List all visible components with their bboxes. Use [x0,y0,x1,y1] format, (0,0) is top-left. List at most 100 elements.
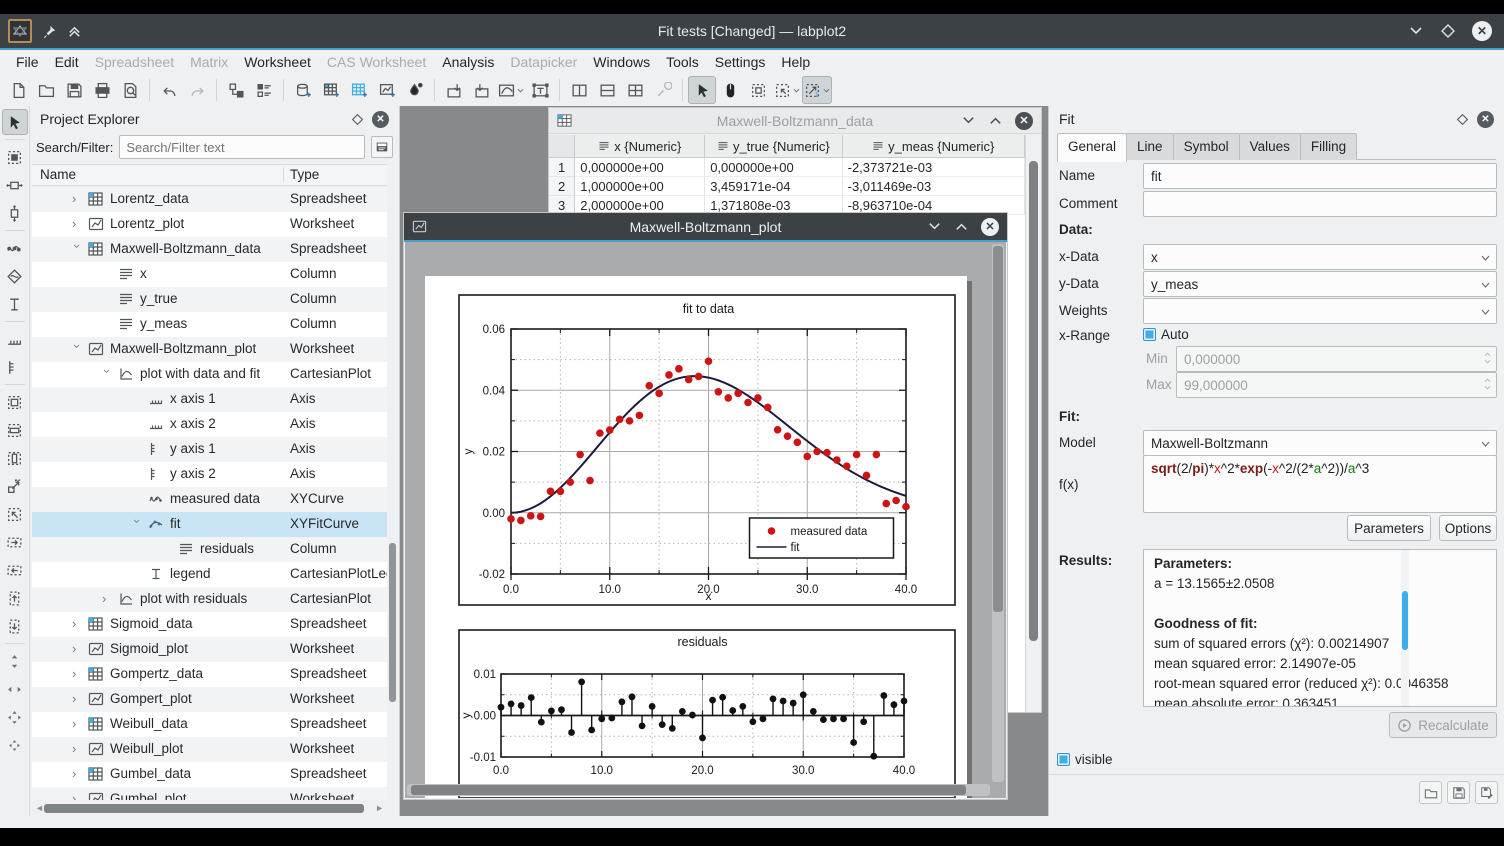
shift-down-icon[interactable] [2,613,28,639]
expand-arrow-icon[interactable]: › [72,667,82,681]
model-combobox[interactable]: Maxwell-Boltzmann [1143,430,1497,456]
save-config-icon[interactable] [1447,781,1470,804]
new-workbook-icon[interactable] [289,76,317,104]
menu-worksheet[interactable]: Worksheet [236,53,319,71]
column-header-type[interactable]: Type [283,167,319,182]
sheet-column-header[interactable]: y_meas {Numeric} [843,135,1025,157]
filter-options-icon[interactable] [371,136,393,158]
tree-item-weibull-plot[interactable]: ›Weibull_plotWorksheet [32,737,387,762]
tree-item-plot-with-data-and-fit[interactable]: ›plot with data and fitCartesianPlot [32,362,387,387]
plot-residuals[interactable]: residuals0.010.020.030.040.0-0.010.000.0… [458,629,956,798]
tree-item-x-axis-2[interactable]: x axis 2Axis [32,412,387,437]
maximize-icon[interactable] [1440,23,1456,39]
column-header-name[interactable]: Name [40,167,76,182]
nav-vh-icon[interactable] [2,704,28,730]
tree-item-x[interactable]: xColumn [32,262,387,287]
close-dock-icon[interactable]: ✕ [1477,111,1494,128]
tree-item-plot-with-residuals[interactable]: ›plot with residualsCartesianPlot [32,587,387,612]
tab-general[interactable]: General [1057,133,1127,162]
close-icon[interactable]: ✕ [1472,21,1492,41]
worksheet-horizontal-scrollbar[interactable] [407,784,990,796]
zoom-fit-one-icon[interactable]: 1 [802,76,832,104]
auto-checkbox[interactable] [1143,328,1156,341]
project-explorer-icon[interactable] [222,76,250,104]
visible-checkbox-row[interactable]: visible [1057,752,1113,767]
tree-item-y-axis-1[interactable]: y axis 1Axis [32,437,387,462]
zoom-region-x-icon[interactable] [2,417,28,443]
sheet-cell[interactable]: 0,000000e+00 [705,158,842,177]
tab-symbol[interactable]: Symbol [1173,133,1240,160]
expand-arrow-icon[interactable]: › [72,642,82,656]
tab-line[interactable]: Line [1126,133,1174,160]
tree-column-headers[interactable]: Name Type [32,164,387,186]
sheet-column-header[interactable]: x {Numeric} [575,135,705,157]
layout-vertical-icon[interactable] [565,76,593,104]
collapse-arrow-icon[interactable]: › [70,244,84,254]
search-input[interactable] [119,135,365,159]
tree-item-gumbel-data[interactable]: ›Gumbel_dataSpreadsheet [32,762,387,787]
new-worksheet-icon[interactable] [373,76,401,104]
window-close-icon[interactable]: ✕ [1015,112,1033,130]
tree-item-lorentz-plot[interactable]: ›Lorentz_plotWorksheet [32,212,387,237]
import-file-icon[interactable] [440,76,468,104]
nav-all-icon[interactable] [2,732,28,758]
options-button[interactable]: Options [1439,515,1497,541]
tree-vertical-scrollbar[interactable] [388,187,397,800]
tree-item-x-axis-1[interactable]: x axis 1Axis [32,387,387,412]
xy-curve-sm-icon[interactable] [2,235,28,261]
y-data-combobox[interactable]: y_meas [1143,271,1497,297]
expand-arrow-icon[interactable]: › [102,592,112,606]
legend-sm-icon[interactable] [2,291,28,317]
expand-arrow-icon[interactable]: › [72,192,82,206]
expand-arrow-icon[interactable]: › [72,742,82,756]
minimize-icon[interactable] [1408,23,1424,39]
menu-help[interactable]: Help [773,53,818,71]
print-icon[interactable] [88,76,116,104]
worksheet-page[interactable]: fit to data0.010.020.030.040.0-0.020.000… [425,276,967,798]
shift-left-icon[interactable] [2,557,28,583]
resize-v-icon[interactable] [2,200,28,226]
tree-item-maxwell-boltzmann-plot[interactable]: ›Maxwell-Boltzmann_plotWorksheet [32,337,387,362]
tree-item-residuals[interactable]: residualsColumn [32,537,387,562]
cursor-arrow-icon[interactable] [2,109,28,135]
window-close-icon[interactable]: ✕ [981,218,999,236]
tree-item-y-true[interactable]: y_trueColumn [32,287,387,312]
axis-x-sm-icon[interactable] [2,326,28,352]
save-config-as-icon[interactable] [1475,781,1498,804]
visible-checkbox[interactable] [1057,753,1070,766]
spreadsheet-window-titlebar[interactable]: Maxwell-Boltzmann_data ✕ [549,108,1041,134]
tree-item-sigmoid-plot[interactable]: ›Sigmoid_plotWorksheet [32,637,387,662]
expand-arrow-icon[interactable]: › [72,217,82,231]
spreadsheet-vertical-scrollbar[interactable] [1025,135,1041,712]
tree-item-legend[interactable]: legendCartesianPlotLegend [32,562,387,587]
tree-item-gumbel-plot[interactable]: ›Gumbel_plotWorksheet [32,787,387,800]
zoom-region-icon[interactable] [2,389,28,415]
expand-arrow-icon[interactable]: › [72,792,82,800]
worksheet-window-titlebar[interactable]: Maxwell-Boltzmann_plot ✕ [404,213,1007,240]
sheet-cell[interactable]: 3,459171e-04 [705,177,842,196]
sheet-cell[interactable]: -3,011469e-03 [843,177,1025,196]
tree-item-weibull-data[interactable]: ›Weibull_dataSpreadsheet [32,712,387,737]
tree-item-lorentz-data[interactable]: ›Lorentz_dataSpreadsheet [32,187,387,212]
load-config-icon[interactable] [1419,781,1442,804]
tab-values[interactable]: Values [1239,133,1301,160]
layout-grid-icon[interactable] [621,76,649,104]
worksheet-window[interactable]: Maxwell-Boltzmann_plot ✕ fit to data0.01… [403,212,1008,800]
close-dock-icon[interactable]: ✕ [372,111,389,128]
pin-icon[interactable] [42,24,57,39]
sheet-column-header[interactable]: y_true {Numeric} [705,135,842,157]
results-scrollbar[interactable] [1401,550,1409,706]
tab-filling[interactable]: Filling [1300,133,1357,160]
shift-right-icon[interactable] [2,529,28,555]
auto-checkbox-row[interactable]: Auto [1143,327,1189,342]
menu-windows[interactable]: Windows [585,53,658,71]
sheet-cell[interactable]: 1,000000e+00 [575,177,705,196]
expand-arrow-icon[interactable]: › [72,717,82,731]
window-shade-up-icon[interactable] [988,113,1003,128]
fit-results-text[interactable]: Parameters:a = 13.1565±2.0508 Goodness o… [1143,549,1497,707]
print-preview-icon[interactable] [116,76,144,104]
tree-item-measured-data[interactable]: measured dataXYCurve [32,487,387,512]
row-number[interactable]: 2 [549,177,575,196]
parameters-button[interactable]: Parameters [1347,515,1431,541]
expand-arrow-icon[interactable]: › [72,692,82,706]
